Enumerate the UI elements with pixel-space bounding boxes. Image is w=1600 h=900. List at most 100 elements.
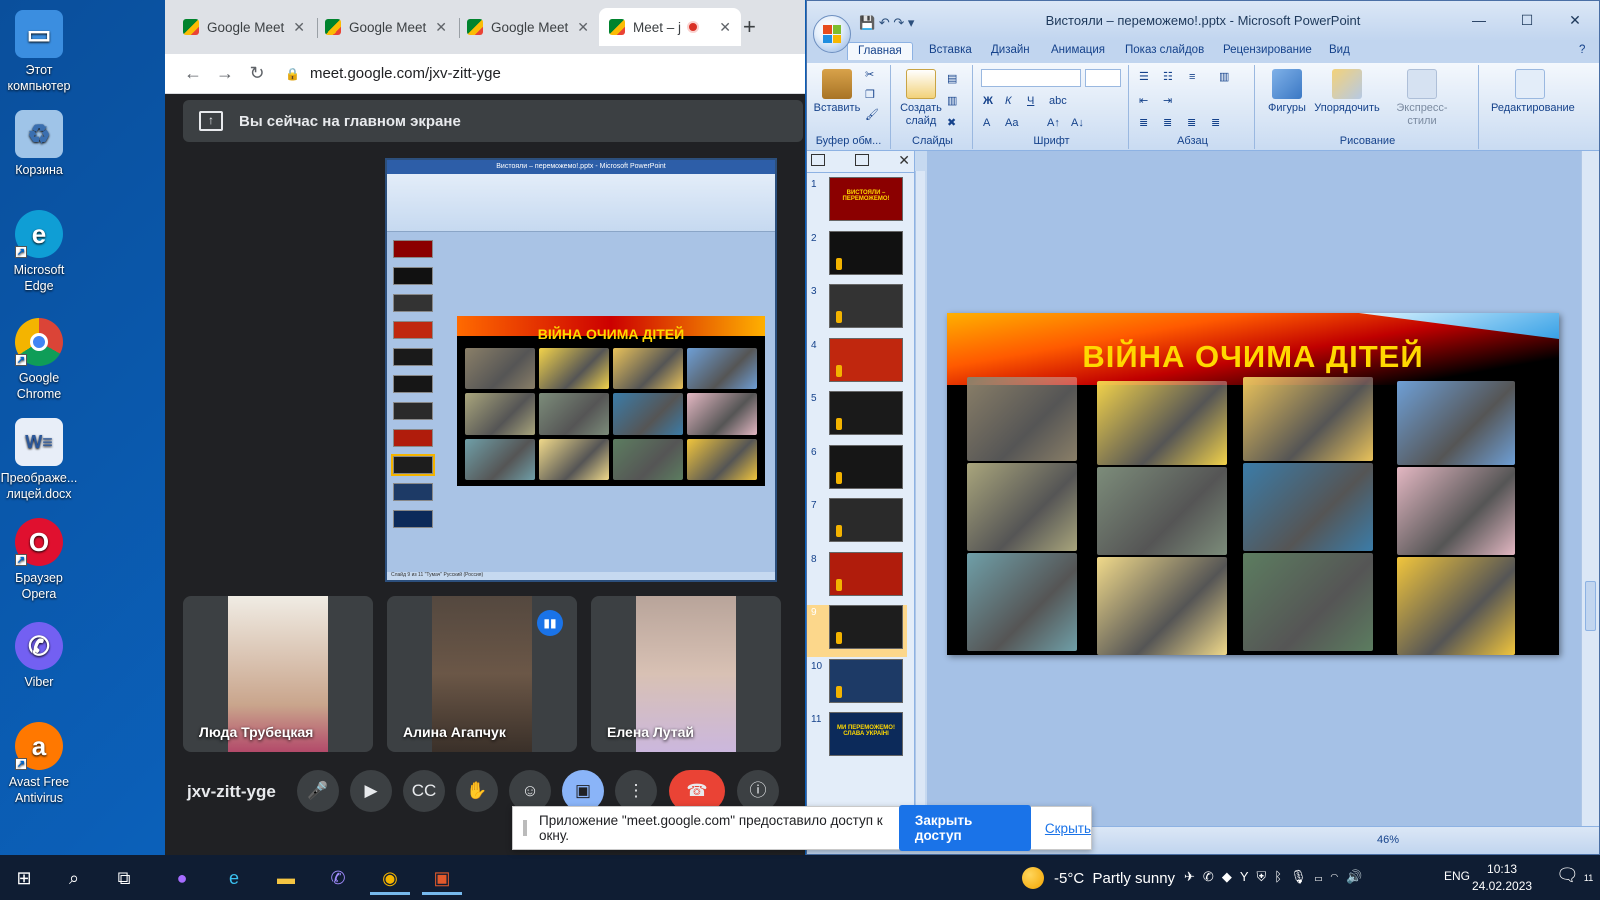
thumbnail-scrollbar[interactable]	[915, 171, 925, 826]
delete-slide-icon[interactable]: ✖	[947, 117, 956, 130]
tab-design[interactable]: Дизайн	[991, 44, 1030, 56]
close-icon[interactable]: ✕	[898, 152, 910, 169]
office-button[interactable]	[813, 15, 851, 53]
back-icon[interactable]: ←	[177, 63, 209, 84]
desktop-icon-opera[interactable]: O ↗ Браузер Opera	[0, 518, 78, 602]
scrollbar-thumb[interactable]	[1585, 581, 1596, 631]
change-case-icon[interactable]: Aa	[1005, 117, 1018, 130]
justify-icon[interactable]: ≣	[1211, 117, 1220, 130]
tray-app-icon[interactable]: ✈	[1184, 869, 1203, 884]
search-button[interactable]: ⌕	[54, 861, 94, 895]
clock[interactable]: 10:13 24.02.2023	[1472, 861, 1532, 895]
slide-thumbnail[interactable]: 2	[807, 230, 907, 283]
font-color-icon[interactable]: A	[983, 117, 990, 130]
volume-icon[interactable]: 🔊	[1346, 869, 1370, 884]
desktop-icon-avast[interactable]: a ↗ Avast Free Antivirus	[0, 722, 78, 806]
align-center-icon[interactable]: ≣	[1163, 117, 1172, 130]
notifications-button[interactable]: 🗨 11	[1556, 865, 1593, 886]
numbering-icon[interactable]: ☷	[1163, 71, 1173, 84]
desktop-icon-recycle-bin[interactable]: ♻ Корзина	[0, 110, 78, 178]
slide-thumbnail[interactable]: 4	[807, 337, 907, 390]
increase-indent-icon[interactable]: ⇥	[1163, 95, 1172, 108]
strikethrough-icon[interactable]: abc	[1049, 95, 1067, 108]
shrink-font-icon[interactable]: A↓	[1071, 117, 1084, 130]
arrange-button[interactable]: Упорядочить	[1313, 69, 1381, 115]
input-language[interactable]: ENG	[1444, 869, 1470, 883]
paste-button[interactable]: Вставить	[813, 69, 861, 115]
slides-tab-icon[interactable]	[811, 154, 825, 166]
grow-font-icon[interactable]: A↑	[1047, 117, 1060, 130]
task-view-button[interactable]: ⧉	[104, 861, 144, 895]
editing-button[interactable]: Редактирование	[1491, 69, 1575, 115]
slide-thumbnail[interactable]: 9	[807, 605, 907, 657]
close-icon[interactable]: ✕	[1551, 1, 1599, 41]
taskbar-chrome[interactable]: ◉	[370, 861, 410, 895]
slide-thumbnail[interactable]: 11 МИ ПЕРЕМОЖЕМО! СЛАВА УКРАЇНІ	[807, 712, 907, 764]
desktop-icon-computer[interactable]: ▭ Этот компьютер	[0, 10, 78, 94]
tab-google-meet-3[interactable]: Google Meet ✕	[457, 8, 599, 46]
tab-animation[interactable]: Анимация	[1051, 44, 1105, 56]
align-left-icon[interactable]: ≣	[1139, 117, 1148, 130]
zoom-level[interactable]: 46%	[1377, 834, 1399, 846]
new-slide-button[interactable]: Создать слайд	[899, 69, 943, 128]
reset-icon[interactable]: ▥	[947, 95, 957, 108]
close-icon[interactable]: ✕	[719, 19, 731, 36]
shapes-button[interactable]: Фигуры	[1265, 69, 1309, 115]
avast-icon[interactable]: ◆	[1222, 869, 1240, 884]
raise-hand-button[interactable]: ✋	[456, 770, 498, 812]
start-button[interactable]: ⊞	[4, 861, 44, 895]
tab-google-meet-2[interactable]: Google Meet ✕	[315, 8, 457, 46]
yandex-icon[interactable]: Y	[1240, 869, 1257, 884]
font-size-select[interactable]	[1085, 69, 1121, 87]
slide-thumbnail[interactable]: 8	[807, 551, 907, 604]
microphone-button[interactable]: 🎤	[297, 770, 339, 812]
format-painter-icon[interactable]: 🖌	[865, 109, 879, 122]
bold-icon[interactable]: Ж	[983, 95, 993, 108]
desktop-icon-chrome[interactable]: ↗ Google Chrome	[0, 318, 78, 402]
desktop-icon-word-doc[interactable]: W≡ Преображе... лицей.docx	[0, 418, 78, 502]
slide-thumbnail[interactable]: 7	[807, 498, 907, 550]
viber-icon[interactable]: ✆	[1203, 869, 1222, 884]
decrease-indent-icon[interactable]: ⇤	[1139, 95, 1148, 108]
slide-thumbnail[interactable]: 6	[807, 444, 907, 497]
hide-notice-link[interactable]: Скрыть	[1045, 821, 1091, 836]
tab-google-meet-1[interactable]: Google Meet ✕	[173, 8, 315, 46]
captions-button[interactable]: CC	[403, 770, 445, 812]
close-icon[interactable]: ✕	[577, 19, 589, 36]
forward-icon[interactable]: →	[209, 63, 241, 84]
copy-icon[interactable]: ❐	[865, 89, 875, 102]
columns-icon[interactable]: ▥	[1219, 71, 1229, 84]
camera-button[interactable]: ▶	[350, 770, 392, 812]
tab-review[interactable]: Рецензирование	[1223, 44, 1312, 56]
taskbar-powerpoint[interactable]: ▣	[422, 861, 462, 895]
desktop-icon-viber[interactable]: ✆ Viber	[0, 622, 78, 690]
underline-icon[interactable]: Ч	[1027, 95, 1034, 108]
tab-view[interactable]: Вид	[1329, 44, 1350, 56]
quick-styles-button[interactable]: Экспресс-стили	[1383, 69, 1461, 128]
taskbar-app-purple[interactable]: ●	[162, 861, 202, 895]
font-family-select[interactable]	[981, 69, 1081, 87]
editor-scrollbar[interactable]	[1581, 151, 1599, 826]
align-right-icon[interactable]: ≣	[1187, 117, 1196, 130]
slide-thumbnail[interactable]: 5	[807, 391, 907, 443]
drag-handle-icon[interactable]	[523, 820, 527, 836]
tab-insert[interactable]: Вставка	[929, 44, 972, 56]
taskbar-viber[interactable]: ✆	[318, 861, 358, 895]
maximize-icon[interactable]: ☐	[1503, 1, 1551, 41]
weather-widget[interactable]: -5°C Partly sunny	[1022, 867, 1175, 889]
participant-tile-1[interactable]: Люда Трубецкая	[183, 596, 373, 752]
taskbar-edge[interactable]: e	[214, 861, 254, 895]
current-slide[interactable]: ВІЙНА ОЧИМА ДІТЕЙ	[947, 313, 1559, 655]
italic-icon[interactable]: К	[1005, 95, 1011, 108]
bluetooth-icon[interactable]: ᛒ	[1274, 869, 1290, 884]
tab-slideshow[interactable]: Показ слайдов	[1125, 44, 1204, 56]
new-tab-button[interactable]: +	[743, 14, 756, 40]
microphone-icon[interactable]: 🎙	[1290, 869, 1315, 884]
url-field[interactable]: 🔒 meet.google.com/jxv-zitt-yge	[285, 65, 501, 82]
close-icon[interactable]: ✕	[293, 19, 305, 36]
layout-icon[interactable]: ▤	[947, 73, 957, 86]
close-icon[interactable]: ✕	[435, 19, 447, 36]
desktop-icon-edge[interactable]: e ↗ Microsoft Edge	[0, 210, 78, 294]
stop-sharing-button[interactable]: Закрыть доступ	[898, 805, 1031, 851]
participant-tile-3[interactable]: Елена Лутай	[591, 596, 781, 752]
